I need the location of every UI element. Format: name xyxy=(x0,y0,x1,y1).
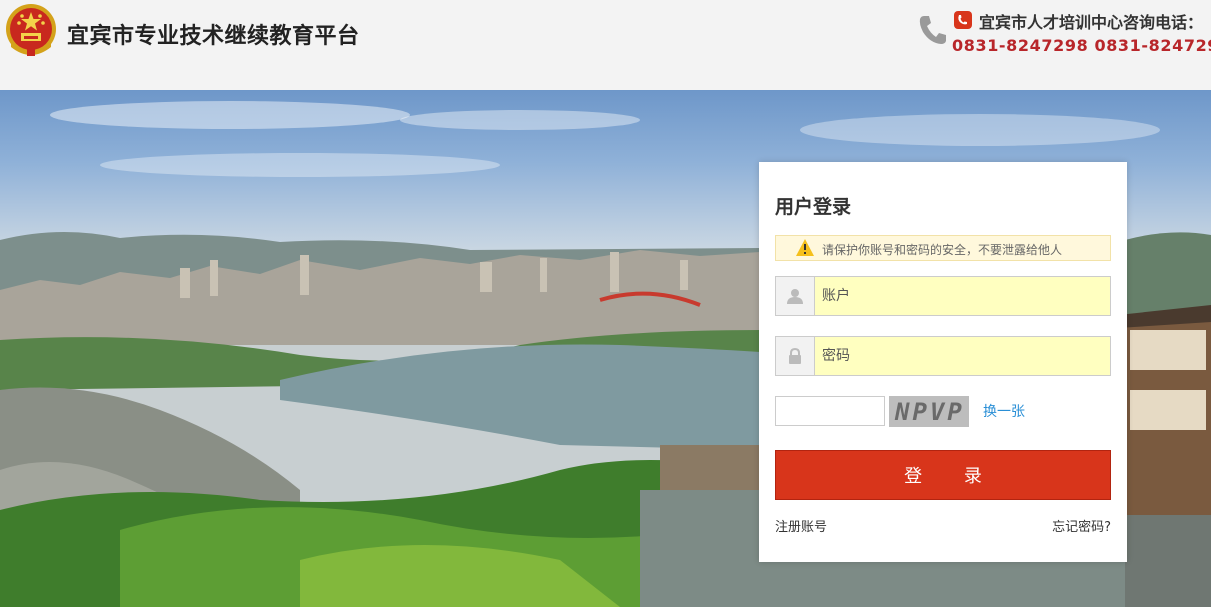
password-field[interactable] xyxy=(775,336,1111,376)
captcha-text: NPVP xyxy=(895,398,965,426)
captcha-image[interactable]: NPVP xyxy=(889,396,969,427)
user-icon xyxy=(787,289,803,304)
login-panel: 用户登录 请保护你账号和密码的安全，不要泄露给他人 NPVP 换一张 xyxy=(759,162,1127,562)
lock-icon-box xyxy=(776,337,815,375)
security-notice: 请保护你账号和密码的安全，不要泄露给他人 xyxy=(775,235,1111,261)
forgot-password-link[interactable]: 忘记密码? xyxy=(1052,516,1111,535)
username-input[interactable] xyxy=(816,277,1104,315)
national-emblem-icon xyxy=(6,4,56,56)
security-notice-text: 请保护你账号和密码的安全，不要泄露给他人 xyxy=(822,243,1063,257)
header: 宜宾市专业技术继续教育平台 宜宾市人才培训中心咨询电话： 0831-824729… xyxy=(0,0,1211,90)
hotline-icon xyxy=(954,11,972,29)
hotline-numbers: 0831-8247298 0831-8247299 xyxy=(952,36,1211,55)
site-title: 宜宾市专业技术继续教育平台 xyxy=(67,24,360,49)
phone-icon xyxy=(919,16,946,44)
warning-icon xyxy=(796,239,814,256)
user-icon-box xyxy=(776,277,815,315)
refresh-captcha-link[interactable]: 换一张 xyxy=(983,401,1025,421)
password-input[interactable] xyxy=(816,337,1104,375)
register-link[interactable]: 注册账号 xyxy=(775,516,827,535)
login-title: 用户登录 xyxy=(775,196,852,218)
username-field[interactable] xyxy=(775,276,1111,316)
captcha-input[interactable] xyxy=(775,396,885,426)
lock-icon xyxy=(789,348,801,364)
login-button[interactable]: 登 录 xyxy=(775,450,1111,500)
hotline-label: 宜宾市人才培训中心咨询电话： xyxy=(979,13,1204,32)
